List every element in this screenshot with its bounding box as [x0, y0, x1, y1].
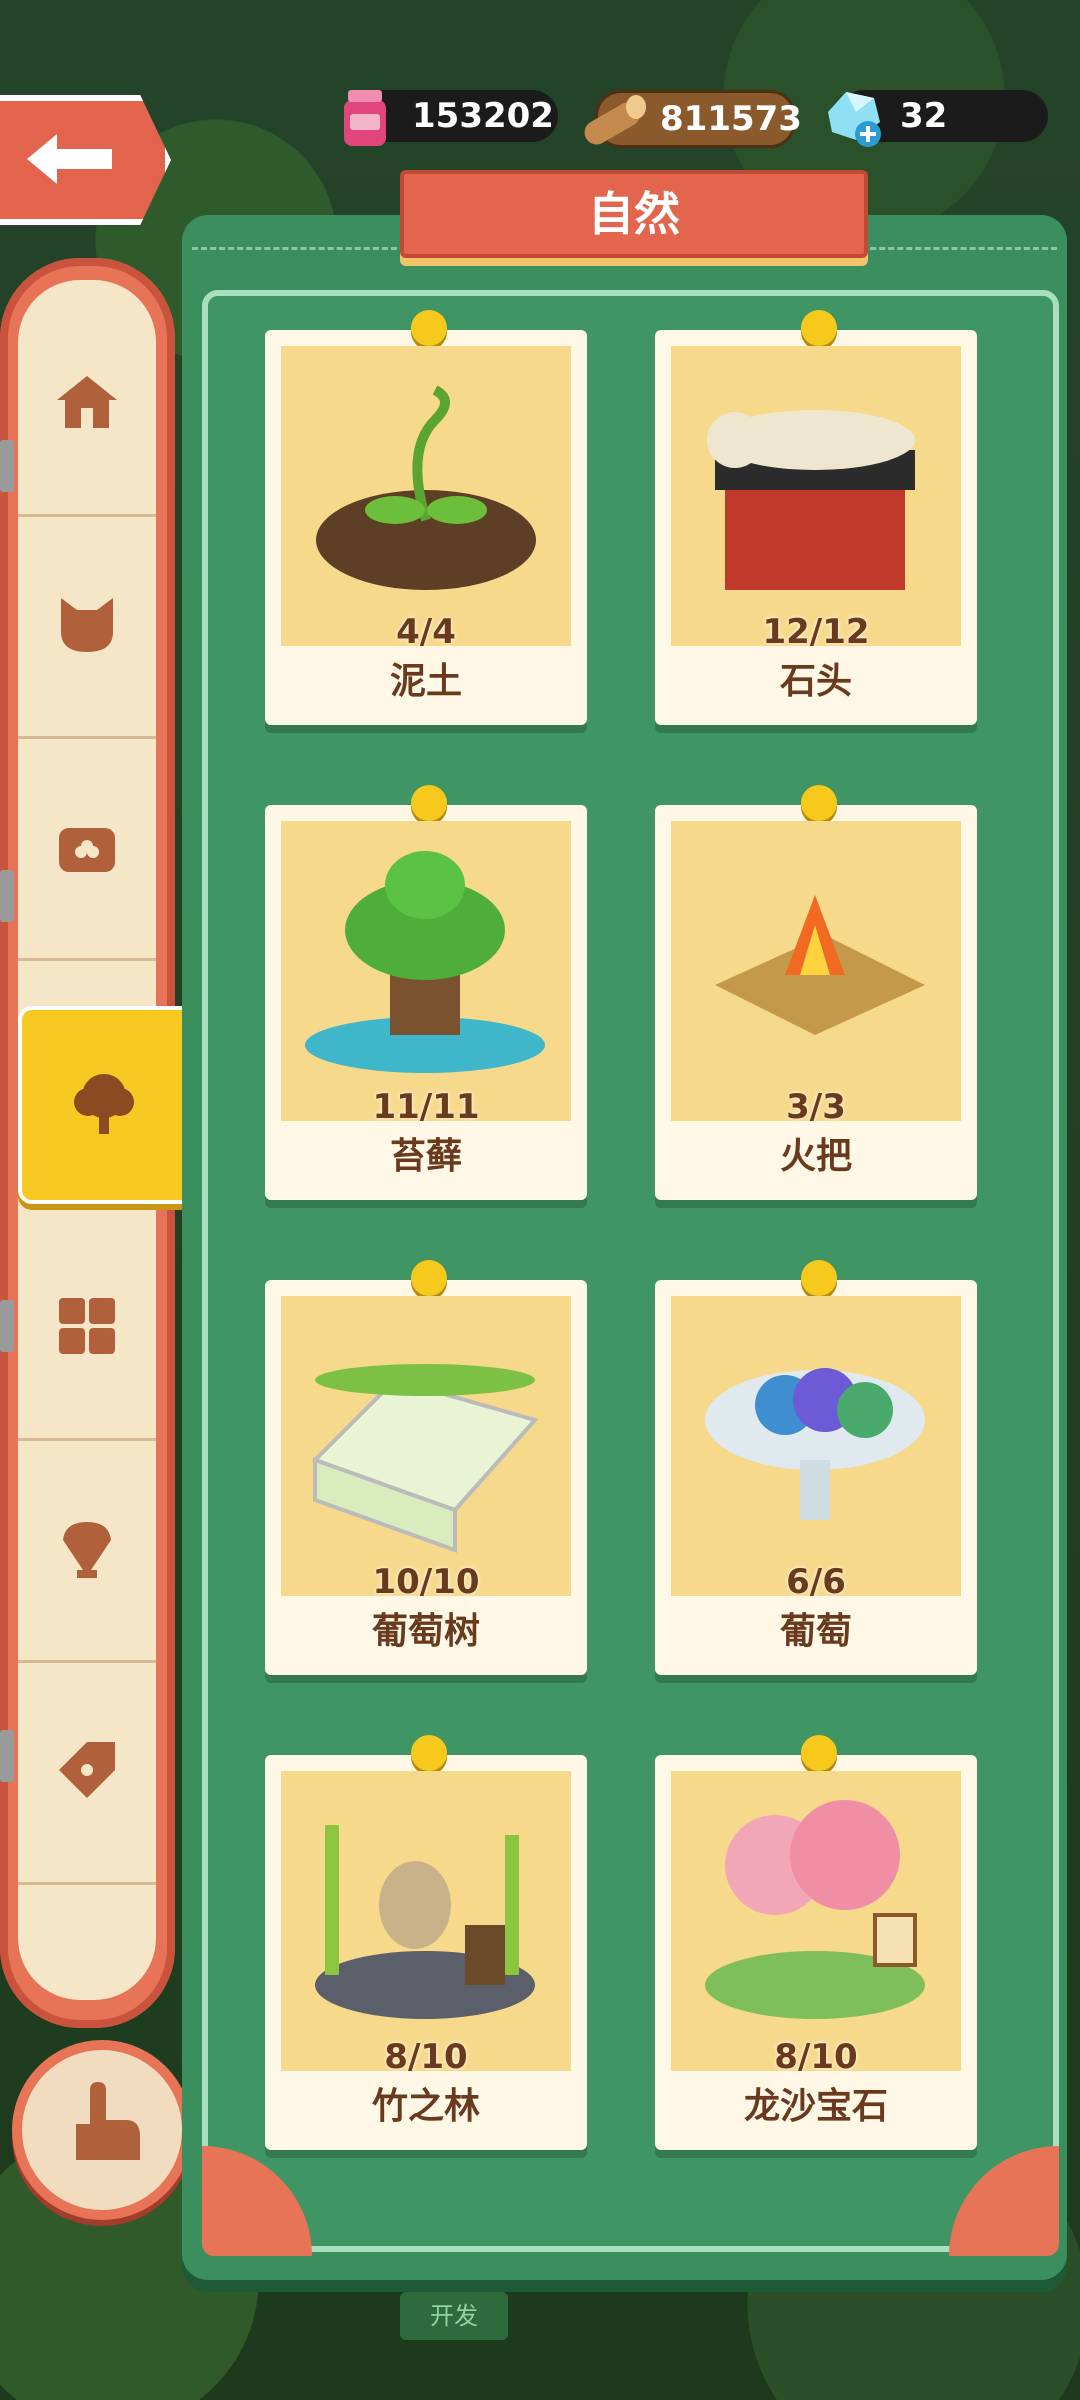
sidebar-tab-house[interactable]: [18, 292, 156, 517]
card-count: 8/10: [774, 2037, 858, 2077]
treasure-chest-icon: [59, 828, 115, 872]
grape-bowl-icon: [705, 1368, 925, 1520]
sidebar-tab-chest[interactable]: [18, 736, 156, 961]
card-bamboo[interactable]: 8/10 竹之林: [265, 1735, 587, 2150]
campfire-icon: [715, 895, 925, 1035]
jam-jar-icon: [344, 90, 386, 146]
tag-icon: [59, 1742, 115, 1798]
cat-head-icon: [61, 598, 113, 652]
card-name: 龙沙宝石: [743, 2086, 888, 2127]
resource-gem[interactable]: 32: [828, 90, 1048, 147]
back-button[interactable]: [0, 95, 171, 225]
sidebar-tab-grid[interactable]: [18, 1216, 156, 1441]
card-name: 葡萄: [779, 1611, 852, 1652]
pin-icon: [411, 1260, 447, 1296]
card-grapevine[interactable]: 10/10 葡萄树: [265, 1260, 587, 1675]
card-count: 6/6: [786, 1562, 846, 1602]
pin-icon: [801, 1735, 837, 1771]
shell-icon: [63, 1522, 111, 1578]
card-count: 8/10: [384, 2037, 468, 2077]
sidebar-tab-shell[interactable]: [18, 1438, 156, 1663]
pin-icon: [411, 1735, 447, 1771]
card-name: 石头: [779, 661, 852, 702]
resource-jam: 153202: [344, 90, 558, 146]
page-title: 自然: [400, 170, 868, 258]
wood-count: 811573: [660, 99, 802, 139]
grid-icon: [59, 1298, 115, 1354]
card-count: 11/11: [372, 1087, 480, 1127]
card-name: 苔藓: [389, 1136, 462, 1177]
sidebar-clip: [0, 1730, 14, 1782]
greenhouse-icon: [311, 1364, 539, 1553]
bamboo-grove-icon: [315, 1825, 535, 2019]
pin-icon: [801, 785, 837, 821]
pin-icon: [801, 1260, 837, 1296]
card-name: 葡萄树: [371, 1611, 480, 1652]
resource-wood: 811573: [584, 90, 802, 148]
pointer-hand-button[interactable]: [12, 2040, 192, 2220]
card-rose[interactable]: 8/10 龙沙宝石: [655, 1735, 977, 2150]
jam-count: 153202: [412, 96, 554, 136]
card-torch[interactable]: 3/3 火把: [655, 785, 977, 1200]
soil-sprout-icon: [316, 385, 536, 590]
card-count: 12/12: [762, 612, 870, 652]
sidebar-clip: [0, 440, 14, 492]
card-grape[interactable]: 6/6 葡萄: [655, 1260, 977, 1675]
dev-tab[interactable]: 开发: [400, 2292, 508, 2340]
wood-log-icon: [584, 95, 646, 145]
card-count: 4/4: [396, 612, 456, 652]
back-arrow-icon: [27, 134, 112, 184]
card-count: 10/10: [372, 1562, 480, 1602]
house-icon: [57, 376, 117, 428]
tree-icon: [74, 1074, 134, 1134]
pin-icon: [411, 785, 447, 821]
card-name: 泥土: [389, 661, 462, 702]
gem-count: 32: [900, 96, 948, 136]
moss-house-icon: [305, 851, 545, 1073]
sidebar-clip: [0, 1300, 14, 1352]
card-soil[interactable]: 4/4 泥土: [265, 310, 587, 725]
pin-icon: [801, 310, 837, 346]
pin-icon: [411, 310, 447, 346]
sidebar-tab-tree[interactable]: [18, 1006, 196, 1204]
sidebar-tab-cat[interactable]: [18, 514, 156, 739]
card-stone[interactable]: 12/12 石头: [655, 310, 977, 725]
sidebar-tab-tag[interactable]: [18, 1660, 156, 1885]
card-name: 火把: [779, 1136, 852, 1177]
panel-corner: [949, 2146, 1059, 2256]
gem-add-icon[interactable]: [818, 82, 888, 152]
fossil-exhibit-icon: [707, 410, 915, 590]
card-count: 3/3: [786, 1087, 846, 1127]
panel-corner: [202, 2146, 312, 2256]
rose-garden-icon: [705, 1800, 925, 2019]
card-name: 竹之林: [371, 2086, 480, 2127]
sidebar-clip: [0, 870, 14, 922]
card-moss[interactable]: 11/11 苔藓: [265, 785, 587, 1200]
pointing-hand-icon: [76, 2082, 140, 2160]
